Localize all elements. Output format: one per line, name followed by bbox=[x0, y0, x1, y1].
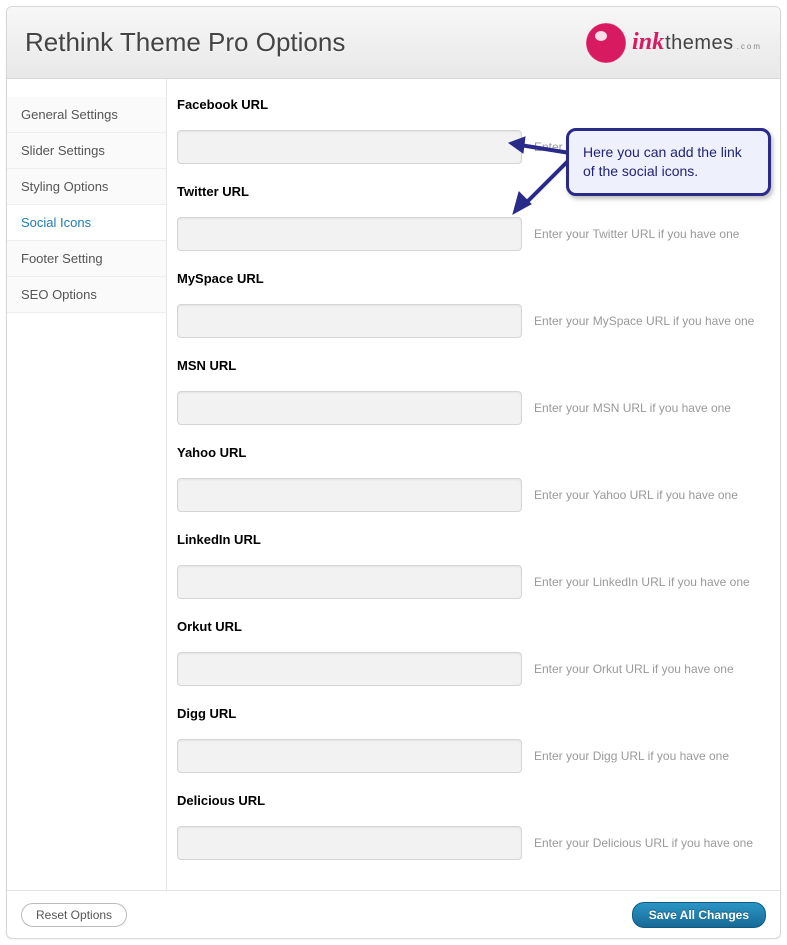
reset-button[interactable]: Reset Options bbox=[21, 903, 127, 927]
sidebar-item-general-settings[interactable]: General Settings bbox=[7, 97, 166, 133]
field-row: Enter your MSN URL if you have one bbox=[177, 391, 772, 425]
sidebar-item-social-icons[interactable]: Social Icons bbox=[7, 205, 166, 241]
delicious-url-input[interactable] bbox=[177, 826, 522, 860]
facebook-url-input[interactable] bbox=[177, 130, 522, 164]
field-linkedin-url: LinkedIn URL Enter your LinkedIn URL if y… bbox=[177, 532, 772, 599]
page-title: Rethink Theme Pro Options bbox=[25, 27, 345, 58]
field-orkut-url: Orkut URL Enter your Orkut URL if you hav… bbox=[177, 619, 772, 686]
myspace-url-input[interactable] bbox=[177, 304, 522, 338]
logo-text-themes: themes bbox=[665, 32, 734, 55]
digg-url-input[interactable] bbox=[177, 739, 522, 773]
field-help-text: Enter your Delicious URL if you have one bbox=[534, 836, 772, 850]
field-row: Enter your LinkedIn URL if you have one bbox=[177, 565, 772, 599]
field-delicious-url: Delicious URL Enter your Delicious URL if… bbox=[177, 793, 772, 860]
panel-body: General SettingsSlider SettingsStyling O… bbox=[7, 79, 780, 890]
sidebar-nav: General SettingsSlider SettingsStyling O… bbox=[7, 79, 167, 890]
field-help-text: Enter your MSN URL if you have one bbox=[534, 401, 772, 415]
annotation-text: Here you can add the link of the social … bbox=[583, 144, 742, 179]
field-help-text: Enter your Orkut URL if you have one bbox=[534, 662, 772, 676]
save-button[interactable]: Save All Changes bbox=[632, 902, 766, 928]
field-label: Delicious URL bbox=[177, 793, 772, 808]
sidebar-item-footer-setting[interactable]: Footer Setting bbox=[7, 241, 166, 277]
twitter-url-input[interactable] bbox=[177, 217, 522, 251]
field-help-text: Enter your Twitter URL if you have one bbox=[534, 227, 772, 241]
logo-icon bbox=[584, 21, 628, 65]
yahoo-url-input[interactable] bbox=[177, 478, 522, 512]
field-msn-url: MSN URL Enter your MSN URL if you have on… bbox=[177, 358, 772, 425]
orkut-url-input[interactable] bbox=[177, 652, 522, 686]
field-row: Enter your MySpace URL if you have one bbox=[177, 304, 772, 338]
field-help-text: Enter your LinkedIn URL if you have one bbox=[534, 575, 772, 589]
field-label: Digg URL bbox=[177, 706, 772, 721]
field-myspace-url: MySpace URL Enter your MySpace URL if you… bbox=[177, 271, 772, 338]
panel-footer: Reset Options Save All Changes bbox=[7, 890, 780, 938]
field-label: Facebook URL bbox=[177, 97, 772, 112]
field-row: Enter your Twitter URL if you have one bbox=[177, 217, 772, 251]
logo-text-ink: ink bbox=[632, 29, 664, 56]
field-row: Enter your Yahoo URL if you have one bbox=[177, 478, 772, 512]
field-row: Enter your Orkut URL if you have one bbox=[177, 652, 772, 686]
field-help-text: Enter your Yahoo URL if you have one bbox=[534, 488, 772, 502]
field-label: Orkut URL bbox=[177, 619, 772, 634]
sidebar-item-seo-options[interactable]: SEO Options bbox=[7, 277, 166, 313]
panel-header: Rethink Theme Pro Options ink themes .co… bbox=[7, 7, 780, 79]
sidebar-item-slider-settings[interactable]: Slider Settings bbox=[7, 133, 166, 169]
annotation-callout: Here you can add the link of the social … bbox=[566, 128, 771, 196]
field-label: Yahoo URL bbox=[177, 445, 772, 460]
field-label: MySpace URL bbox=[177, 271, 772, 286]
linkedin-url-input[interactable] bbox=[177, 565, 522, 599]
msn-url-input[interactable] bbox=[177, 391, 522, 425]
field-row: Enter your Digg URL if you have one bbox=[177, 739, 772, 773]
field-yahoo-url: Yahoo URL Enter your Yahoo URL if you hav… bbox=[177, 445, 772, 512]
field-digg-url: Digg URL Enter your Digg URL if you have … bbox=[177, 706, 772, 773]
field-row: Enter your Delicious URL if you have one bbox=[177, 826, 772, 860]
field-help-text: Enter your Digg URL if you have one bbox=[534, 749, 772, 763]
logo-text-suffix: .com bbox=[737, 42, 762, 51]
field-label: MSN URL bbox=[177, 358, 772, 373]
sidebar-item-styling-options[interactable]: Styling Options bbox=[7, 169, 166, 205]
field-label: LinkedIn URL bbox=[177, 532, 772, 547]
brand-logo: ink themes .com bbox=[584, 21, 762, 65]
field-help-text: Enter your MySpace URL if you have one bbox=[534, 314, 772, 328]
content-area: Facebook URLEnter your Facebook URL if y… bbox=[167, 79, 780, 890]
